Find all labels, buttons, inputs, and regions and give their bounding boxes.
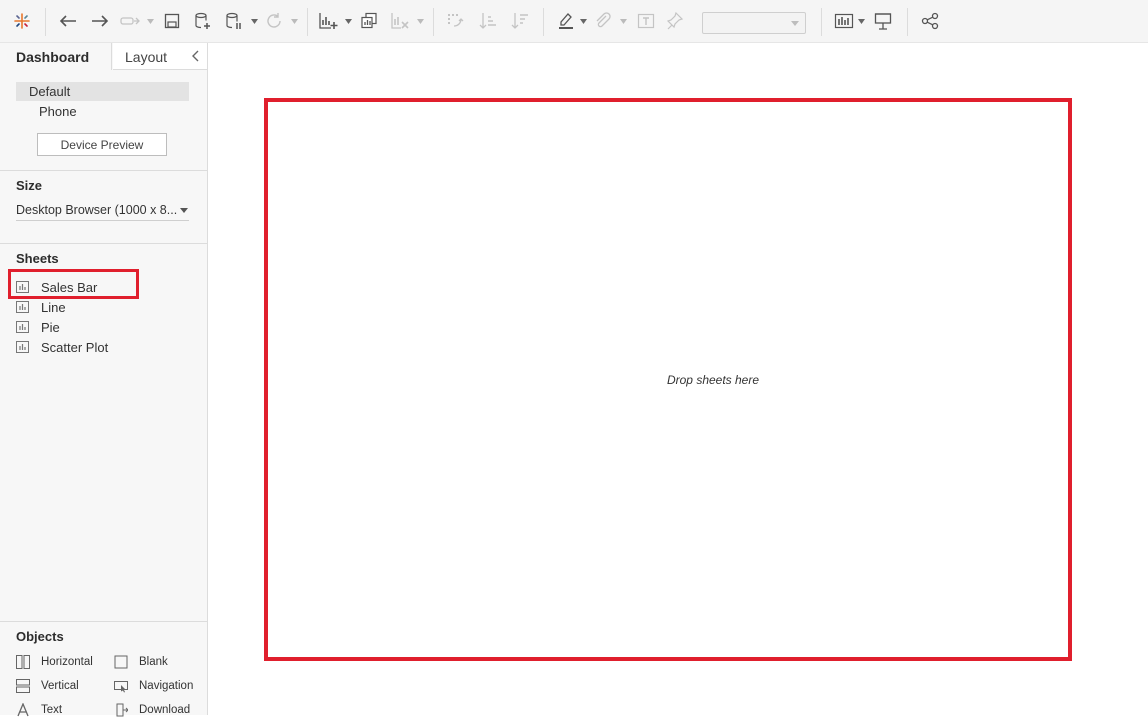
sheet-label: Line: [41, 300, 66, 315]
fix-axes-icon[interactable]: [665, 10, 687, 32]
highlight-annotation-box: [8, 269, 139, 299]
duplicate-icon[interactable]: [358, 10, 380, 32]
presentation-icon[interactable]: [872, 10, 894, 32]
drop-sheets-placeholder: Drop sheets here: [666, 372, 760, 387]
chevron-down-icon: [180, 208, 188, 213]
horizontal-container-icon: [16, 655, 30, 669]
group-dropdown-icon[interactable]: [620, 19, 627, 24]
new-worksheet-icon[interactable]: [317, 10, 339, 32]
dashboard-canvas[interactable]: Drop sheets here: [264, 98, 1072, 661]
object-label: Download: [139, 704, 191, 716]
refresh-dropdown-icon[interactable]: [291, 19, 298, 24]
worksheet-icon: [16, 341, 29, 353]
new-worksheet-dropdown-icon[interactable]: [345, 19, 352, 24]
collapse-panel-icon[interactable]: [190, 49, 202, 63]
worksheet-icon: [16, 301, 29, 313]
clear-icon[interactable]: [389, 10, 411, 32]
side-panel-tabs: Dashboard Layout: [0, 43, 207, 70]
object-label: Blank: [139, 656, 168, 668]
size-select-value: Desktop Browser (1000 x 8...: [16, 203, 178, 217]
new-data-source-icon[interactable]: [192, 10, 214, 32]
navigation-icon: [114, 681, 128, 693]
refresh-icon[interactable]: [263, 10, 285, 32]
fit-select[interactable]: [702, 12, 806, 34]
sheet-label: Scatter Plot: [41, 340, 109, 355]
object-label: Vertical: [41, 680, 79, 692]
clear-dropdown-icon[interactable]: [417, 19, 424, 24]
save-icon[interactable]: [161, 10, 183, 32]
tableau-logo-icon[interactable]: [11, 10, 33, 32]
device-phone[interactable]: Phone: [39, 104, 77, 119]
toolbar-separator: [907, 8, 908, 36]
undo-icon[interactable]: [57, 10, 79, 32]
objects-title: Objects: [16, 629, 64, 644]
highlight-dropdown-icon[interactable]: [580, 19, 587, 24]
toolbar: [0, 0, 1148, 43]
show-me-dropdown-icon[interactable]: [858, 19, 865, 24]
divider: [0, 243, 207, 244]
pause-updates-icon[interactable]: [223, 10, 245, 32]
toolbar-separator: [543, 8, 544, 36]
sort-asc-icon[interactable]: [477, 10, 499, 32]
divider: [0, 170, 207, 171]
device-preview-button[interactable]: Device Preview: [37, 133, 167, 156]
object-label: Text: [41, 704, 63, 716]
swap-icon[interactable]: [444, 10, 466, 32]
object-label: Navigation: [139, 680, 194, 692]
sheets-title: Sheets: [16, 251, 59, 266]
toolbar-separator: [821, 8, 822, 36]
labels-icon[interactable]: [635, 10, 657, 32]
redo-icon[interactable]: [89, 10, 111, 32]
share-icon[interactable]: [919, 10, 941, 32]
sort-desc-icon[interactable]: [509, 10, 531, 32]
divider: [0, 621, 207, 622]
toolbar-separator: [307, 8, 308, 36]
dashboard-side-panel: Dashboard Layout Default Phone Device Pr…: [0, 43, 208, 717]
toolbar-separator: [45, 8, 46, 36]
pause-dropdown-icon[interactable]: [251, 19, 258, 24]
fit-dropdown-icon: [791, 21, 799, 26]
highlight-icon[interactable]: [555, 10, 577, 32]
size-title: Size: [16, 178, 43, 193]
tab-dashboard[interactable]: Dashboard: [0, 43, 112, 70]
worksheet-icon: [16, 321, 29, 333]
blank-icon: [114, 655, 128, 669]
device-default[interactable]: Default: [16, 82, 189, 101]
size-select[interactable]: Desktop Browser (1000 x 8...: [16, 201, 189, 221]
sheet-label: Pie: [41, 320, 60, 335]
object-label: Horizontal: [41, 656, 93, 668]
group-icon[interactable]: [592, 10, 614, 32]
vertical-container-icon: [16, 679, 30, 693]
show-me-icon[interactable]: [833, 10, 855, 32]
replay-dropdown-icon[interactable]: [147, 19, 154, 24]
toolbar-separator: [433, 8, 434, 36]
replay-icon[interactable]: [119, 10, 141, 32]
